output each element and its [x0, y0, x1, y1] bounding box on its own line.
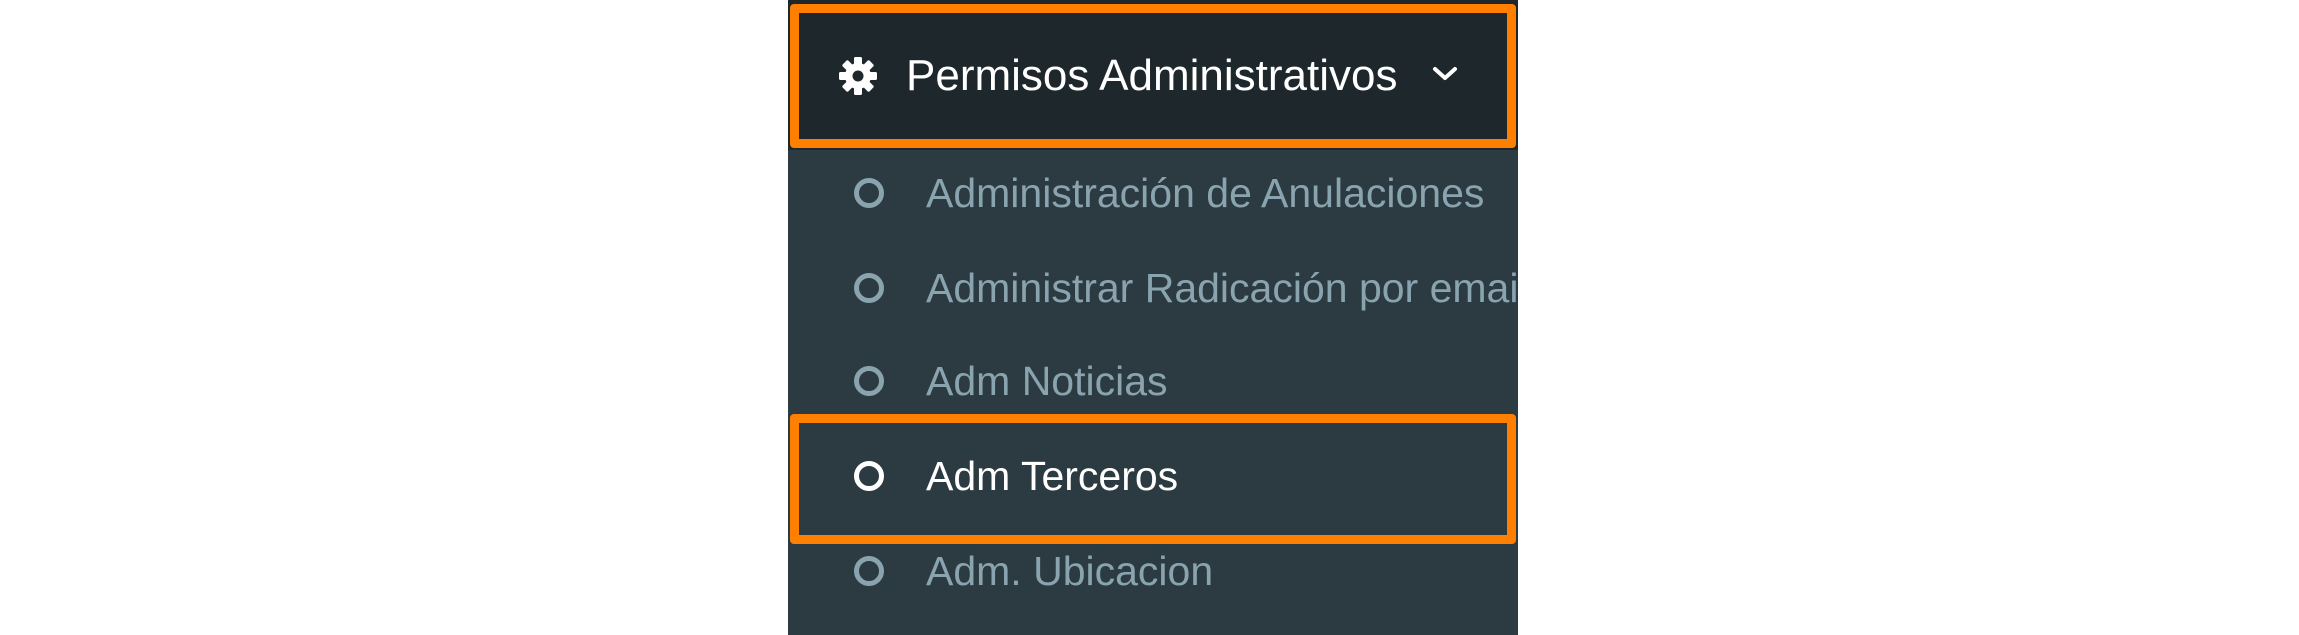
chevron-down-icon[interactable]	[1430, 62, 1460, 86]
circle-icon	[854, 556, 884, 586]
submenu-item-label: Administración de Anulaciones	[926, 170, 1485, 216]
submenu-item-adm-noticias[interactable]: Adm Noticias	[788, 340, 1518, 430]
submenu-item-adm-ubicacion[interactable]: Adm. Ubicacion	[788, 530, 1518, 620]
circle-icon	[854, 366, 884, 396]
submenu-item-label: Adm. Ubicacion	[926, 548, 1214, 594]
submenu-item-label: Adm Noticias	[926, 358, 1168, 404]
submenu-item-label: Adm Terceros	[926, 453, 1179, 499]
submenu-item-label: Administrar Radicación por email	[926, 265, 1518, 311]
circle-icon	[854, 178, 884, 208]
circle-icon	[854, 461, 884, 491]
submenu-item-administracion-de-anulaciones[interactable]: Administración de Anulaciones	[788, 152, 1518, 242]
circle-icon	[854, 273, 884, 303]
sidebar-menu: Permisos Administrativos Administración …	[788, 0, 1518, 635]
submenu-item-adm-terceros[interactable]: Adm Terceros	[788, 435, 1518, 525]
submenu-item-administrar-radicacion-por-email[interactable]: Administrar Radicación por email	[788, 247, 1518, 337]
menu-header-permisos-administrativos[interactable]: Permisos Administrativos	[788, 0, 1518, 150]
menu-header-label: Permisos Administrativos	[906, 51, 1398, 100]
gear-icon	[838, 56, 878, 96]
